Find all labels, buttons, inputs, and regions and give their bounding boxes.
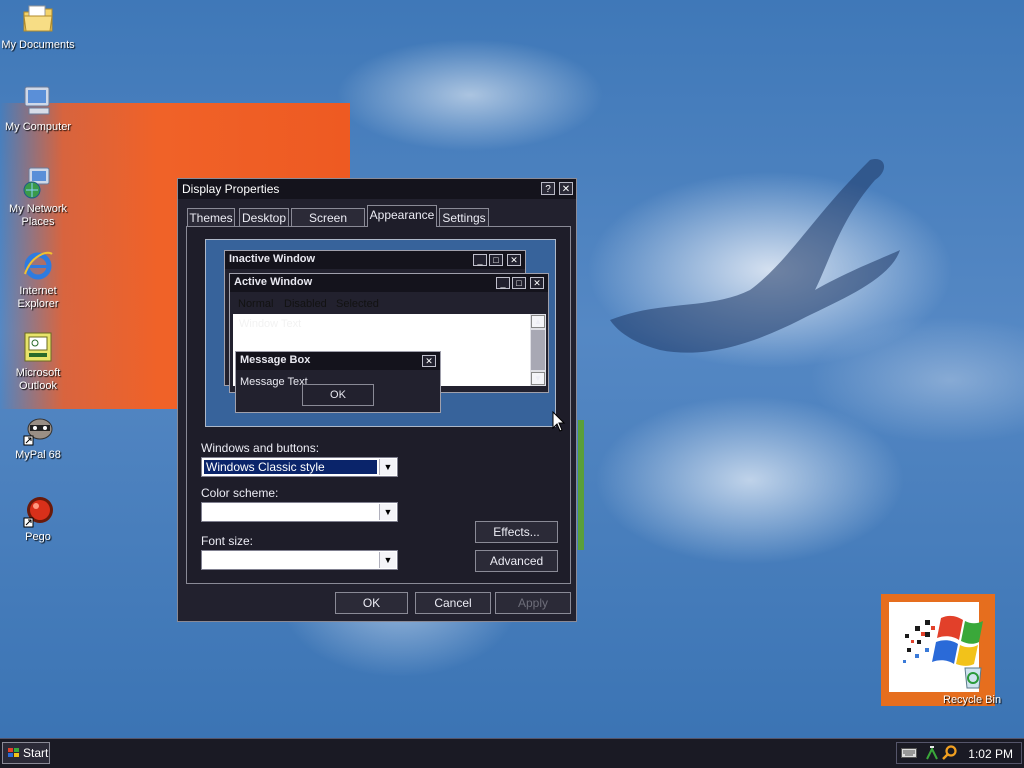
close-button[interactable]: ✕ [559, 182, 573, 195]
preview-window-text: Window Text [239, 318, 302, 330]
help-button[interactable]: ? [541, 182, 555, 195]
desktop-background: My Documents My Computer My Network Plac… [0, 0, 1024, 738]
internet-explorer-icon [24, 251, 53, 280]
ok-button[interactable]: OK [335, 592, 408, 614]
font-size-label: Font size: [201, 534, 254, 548]
desktop-icon-microsoft-outlook[interactable]: Microsoft Outlook [0, 330, 76, 393]
preview-inactive-titlebar: Inactive Window _ □ ✕ [225, 251, 525, 269]
dialog-titlebar[interactable]: Display Properties ? ✕ [178, 179, 576, 199]
effects-button[interactable]: Effects... [475, 521, 558, 543]
chevron-down-icon[interactable]: ▼ [379, 459, 396, 475]
windows-logo-icon [8, 748, 19, 757]
desktop-icon-my-documents[interactable]: My Documents [0, 2, 76, 52]
color-scheme-label: Color scheme: [201, 486, 279, 500]
preview-active-title: Active Window [234, 276, 313, 288]
scrollbar-thumb [531, 330, 545, 370]
windows-and-buttons-select[interactable]: Windows Classic style ▼ [201, 457, 398, 477]
desktop-icon-my-computer[interactable]: My Computer [0, 84, 76, 134]
keyboard-icon[interactable] [901, 748, 917, 758]
preview-ok-button: OK [302, 384, 374, 406]
preview-menu-normal: Normal [238, 298, 274, 310]
mypal-raccoon-icon [23, 418, 53, 446]
advanced-button[interactable]: Advanced [475, 550, 558, 572]
color-scheme-select[interactable]: ▼ [201, 502, 398, 522]
dialog-title: Display Properties [182, 182, 280, 196]
close-icon: ✕ [530, 277, 544, 289]
desktop-icon-pego[interactable]: Pego [0, 494, 76, 544]
outlook-icon [24, 332, 52, 362]
preview-menu-disabled: Disabled [284, 298, 327, 310]
background-window-edge [578, 420, 584, 550]
apply-button[interactable]: Apply [495, 592, 571, 614]
minimize-icon: _ [473, 254, 487, 266]
desktop-icon-label: My Computer [4, 121, 72, 133]
scroll-up-icon: ▲ [531, 315, 545, 328]
tab-themes[interactable]: Themes [187, 208, 235, 226]
cancel-button[interactable]: Cancel [415, 592, 491, 614]
maximize-icon: □ [489, 254, 503, 266]
folder-documents-icon [23, 5, 53, 32]
taskbar: Start 1:02 PM [0, 738, 1024, 768]
start-button[interactable]: Start [2, 742, 50, 764]
minimize-icon: _ [496, 277, 510, 289]
desktop-icon-label: Pego [25, 531, 51, 543]
system-tray: 1:02 PM [896, 742, 1022, 764]
tab-screen-saver[interactable]: Screen Saver [291, 208, 365, 243]
font-size-select[interactable]: ▼ [201, 550, 398, 570]
preview-message-text: Message Text [240, 376, 308, 388]
desktop-icon-internet-explorer[interactable]: Internet Explorer [0, 248, 76, 311]
tab-desktop[interactable]: Desktop [239, 208, 289, 226]
chevron-down-icon[interactable]: ▼ [379, 552, 396, 568]
tab-settings[interactable]: Settings [439, 208, 489, 226]
preview-message-box: Message Box ✕ Message Text OK [235, 351, 441, 413]
chevron-down-icon[interactable]: ▼ [379, 504, 396, 520]
recycle-bin-label: Recycle Bin [943, 694, 1002, 706]
preview-inactive-title: Inactive Window [229, 253, 316, 265]
windows-and-buttons-label: Windows and buttons: [201, 441, 320, 455]
desktop-icon-label: MyPal 68 [15, 449, 61, 461]
network-tray-icon[interactable] [925, 745, 939, 761]
desktop-icon-label: My Network Places [8, 203, 68, 228]
desktop-icon-recycle-bin[interactable]: Recycle Bin [881, 594, 1001, 706]
preview-scrollbar: ▲ ▼ [530, 314, 546, 386]
close-icon: ✕ [422, 355, 436, 367]
windows-flag-logo [903, 615, 983, 689]
desktop-icon-mypal-68[interactable]: MyPal 68 [0, 412, 76, 462]
tab-appearance[interactable]: Appearance [367, 205, 437, 227]
computer-icon [24, 86, 50, 115]
pego-red-orb-icon [23, 497, 53, 528]
desktop-icon-label: My Documents [1, 39, 75, 51]
scroll-down-icon: ▼ [531, 372, 545, 385]
desktop-icon-my-network-places[interactable]: My Network Places [0, 166, 76, 229]
clock[interactable]: 1:02 PM [968, 747, 1013, 761]
wallpaper-bird-silhouette [610, 159, 900, 353]
mouse-cursor-icon [552, 411, 566, 432]
preview-menu-selected: Selected [336, 298, 379, 310]
close-icon: ✕ [507, 254, 521, 266]
start-label: Start [23, 746, 49, 760]
preview-msgbox-titlebar: Message Box ✕ [236, 352, 440, 370]
preview-active-titlebar: Active Window _ □ ✕ [230, 274, 548, 292]
desktop-icon-label: Microsoft Outlook [15, 367, 61, 392]
maximize-icon: □ [512, 277, 526, 289]
appearance-preview: Inactive Window _ □ ✕ Active Window _ □ … [205, 239, 556, 427]
appearance-tab-panel: Inactive Window _ □ ✕ Active Window _ □ … [186, 226, 571, 584]
network-globe-icon [23, 167, 50, 199]
search-tray-icon[interactable] [942, 745, 958, 761]
preview-msgbox-title: Message Box [240, 354, 311, 366]
windows-and-buttons-value: Windows Classic style [204, 460, 377, 474]
display-properties-dialog: Display Properties ? ✕ Themes Desktop Sc… [177, 178, 577, 622]
desktop-icon-label: Internet Explorer [17, 285, 59, 310]
